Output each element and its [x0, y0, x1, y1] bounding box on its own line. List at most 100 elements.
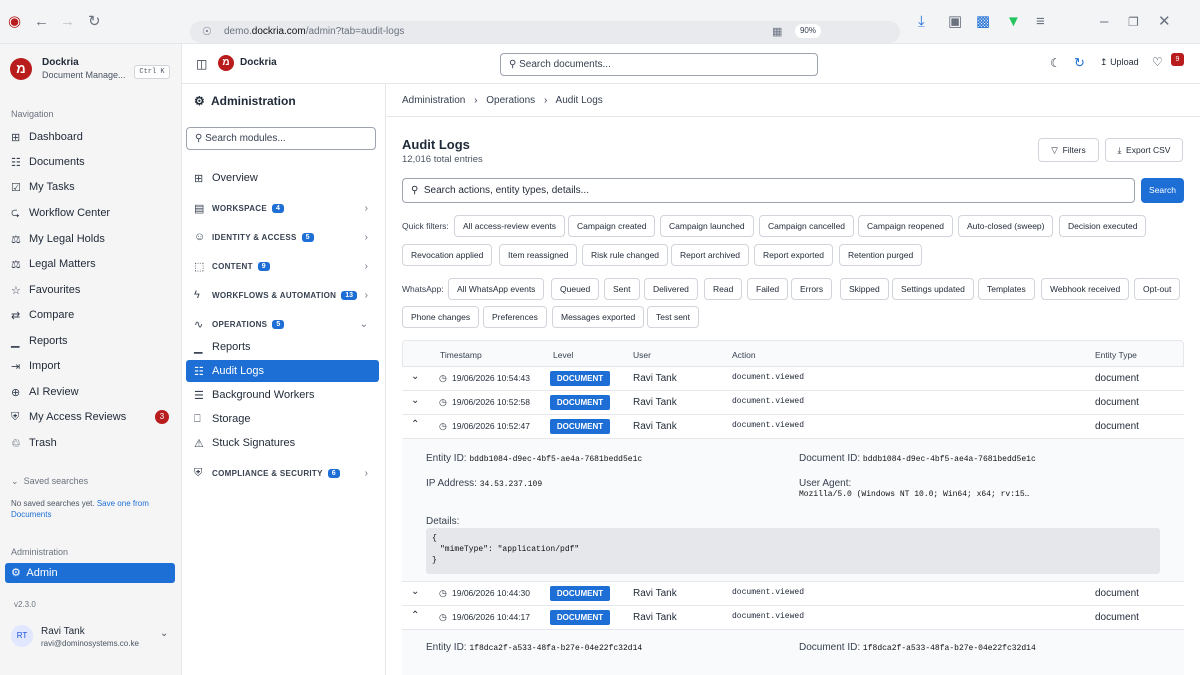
whatsapp-filter-chip[interactable]: Failed: [747, 278, 789, 300]
breadcrumb-operations[interactable]: Operations: [486, 95, 535, 106]
col-action[interactable]: Action: [732, 350, 756, 360]
quick-filter-chip[interactable]: Campaign launched: [660, 215, 754, 237]
theme-toggle-icon[interactable]: ☾: [1050, 56, 1061, 70]
col-entity-type[interactable]: Entity Type: [1095, 350, 1137, 360]
back-icon[interactable]: ←: [34, 14, 49, 30]
whatsapp-filter-chip[interactable]: Skipped: [840, 278, 889, 300]
sidebar-item-my-access-reviews[interactable]: ⛨ My Access Reviews: [11, 406, 176, 428]
sidebar-item-reports[interactable]: ▁ Reports: [11, 330, 176, 352]
sidebar-item-admin[interactable]: ⚙ Admin: [5, 563, 175, 583]
quick-filter-chip[interactable]: All access-review events: [454, 215, 566, 237]
section-content[interactable]: ⬚ CONTENT 9 ›: [194, 255, 380, 277]
chevron-down-icon[interactable]: ⌄: [411, 395, 419, 406]
quick-filter-chip[interactable]: Retention purged: [839, 244, 923, 266]
chevron-up-icon[interactable]: ⌃: [411, 419, 419, 430]
section-workspace[interactable]: ▤ WORKSPACE 4 ›: [194, 197, 380, 219]
sync-icon[interactable]: ↻: [1074, 55, 1085, 71]
section-identity-access[interactable]: ☺ IDENTITY & ACCESS 5 ›: [194, 226, 380, 248]
user-menu-chevron-icon[interactable]: ⌄: [160, 628, 168, 639]
command-shortcut[interactable]: Ctrl K: [134, 65, 170, 79]
sidebar-item-my-legal-holds[interactable]: ⚖ My Legal Holds: [11, 228, 176, 250]
whatsapp-filter-chip[interactable]: Webhook received: [1041, 278, 1130, 300]
avatar[interactable]: RT: [11, 625, 33, 647]
whatsapp-filter-chip[interactable]: Read: [704, 278, 743, 300]
whatsapp-filter-chip[interactable]: Delivered: [644, 278, 698, 300]
module-stuck-signatures[interactable]: ⚠ Stuck Signatures: [186, 432, 379, 454]
col-level[interactable]: Level: [553, 350, 573, 360]
table-row[interactable]: ⌄ ◷ 19/06/2026 10:44:30 DOCUMENT Ravi Tank do…: [402, 581, 1184, 605]
whatsapp-filter-chip[interactable]: Test sent: [647, 306, 700, 328]
section-workflows-automation[interactable]: ϟ WORKFLOWS & AUTOMATION 13 ›: [194, 284, 380, 306]
sidebar-toggle-icon[interactable]: ◫: [196, 57, 207, 71]
sidebar-item-trash[interactable]: ♲ Trash: [11, 432, 176, 454]
zoom-level[interactable]: 90%: [795, 24, 821, 38]
chevron-down-icon[interactable]: ⌄: [411, 371, 419, 382]
col-timestamp[interactable]: Timestamp: [440, 350, 482, 360]
export-csv-button[interactable]: ⤓ Export CSV: [1105, 138, 1183, 162]
whatsapp-filter-chip[interactable]: Messages exported: [552, 306, 645, 328]
whatsapp-filter-chip[interactable]: Sent: [604, 278, 640, 300]
module-audit-logs[interactable]: ☷ Audit Logs: [186, 360, 379, 382]
table-row[interactable]: ⌄ ◷ 19/06/2026 10:54:43 DOCUMENT Ravi Tank do…: [402, 366, 1184, 390]
quick-filter-chip[interactable]: Campaign reopened: [858, 215, 954, 237]
chevron-up-icon[interactable]: ⌃: [411, 610, 419, 621]
table-row[interactable]: ⌃ ◷ 19/06/2026 10:52:47 DOCUMENT Ravi Tank do…: [402, 414, 1184, 438]
quick-filter-chip[interactable]: Report archived: [671, 244, 750, 266]
module-reports[interactable]: ▁ Reports: [186, 336, 379, 358]
page-view-icon[interactable]: ▦: [772, 24, 782, 40]
whatsapp-filter-chip[interactable]: Errors: [791, 278, 833, 300]
col-user[interactable]: User: [633, 350, 651, 360]
chevron-down-icon[interactable]: ⌄: [411, 586, 419, 597]
restore-icon[interactable]: ❐: [1128, 14, 1139, 30]
sidebar-item-legal-matters[interactable]: ⚖ Legal Matters: [11, 253, 176, 275]
menu-icon[interactable]: ≡: [1036, 14, 1045, 30]
sidebar-item-ai-review[interactable]: ⊕ AI Review: [11, 381, 176, 403]
whatsapp-filter-chip[interactable]: Queued: [551, 278, 600, 300]
section-operations[interactable]: ∿ OPERATIONS 5 ⌄: [194, 313, 380, 335]
sidebar-item-dashboard[interactable]: ⊞ Dashboard: [11, 126, 176, 148]
quick-filter-chip[interactable]: Revocation applied: [402, 244, 493, 266]
quick-filter-chip[interactable]: Decision executed: [1059, 215, 1147, 237]
close-icon[interactable]: ✕: [1158, 14, 1171, 30]
table-row[interactable]: ⌃ ◷ 19/06/2026 10:44:17 DOCUMENT Ravi Tank do…: [402, 605, 1184, 629]
sidebar-item-favourites[interactable]: ☆ Favourites: [11, 279, 176, 301]
whatsapp-filter-chip[interactable]: Templates: [978, 278, 1035, 300]
quick-filter-chip[interactable]: Report exported: [754, 244, 833, 266]
whatsapp-filter-chip[interactable]: All WhatsApp events: [448, 278, 545, 300]
sidebar-item-documents[interactable]: ☷ Documents: [11, 151, 176, 173]
sidebar-item-my-tasks[interactable]: ☑ My Tasks: [11, 176, 176, 198]
quick-filter-chip[interactable]: Item reassigned: [499, 244, 578, 266]
module-background-workers[interactable]: ☰ Background Workers: [186, 384, 379, 406]
download-icon[interactable]: ⤓: [918, 14, 925, 30]
whatsapp-filter-chip[interactable]: Phone changes: [402, 306, 480, 328]
whatsapp-filter-chip[interactable]: Settings updated: [892, 278, 974, 300]
saved-searches-heading[interactable]: ⌄ Saved searches: [11, 476, 88, 487]
quick-filter-chip[interactable]: Auto-closed (sweep): [958, 215, 1054, 237]
sidebar-item-compare[interactable]: ⇄ Compare: [11, 304, 176, 326]
sidebar-item-import[interactable]: ⇥ Import: [11, 355, 176, 377]
minimize-icon[interactable]: –: [1100, 14, 1108, 30]
module-storage[interactable]: ⎕ Storage: [186, 408, 379, 430]
extensions-icon[interactable]: ▣: [948, 14, 962, 30]
filters-button[interactable]: ▽ Filters: [1038, 138, 1099, 162]
module-overview[interactable]: ⊞ Overview: [194, 167, 380, 189]
forward-icon[interactable]: →: [60, 14, 75, 30]
global-search-input[interactable]: ⚲ Search documents...: [500, 53, 818, 76]
quick-filter-chip[interactable]: Risk rule changed: [582, 244, 669, 266]
upload-button[interactable]: ↥ Upload: [1100, 57, 1139, 68]
whatsapp-filter-chip[interactable]: Preferences: [483, 306, 547, 328]
table-row[interactable]: ⌄ ◷ 19/06/2026 10:52:58 DOCUMENT Ravi Tank do…: [402, 390, 1184, 414]
bell-icon[interactable]: ♡: [1152, 55, 1163, 69]
quick-filter-chip[interactable]: Campaign created: [568, 215, 656, 237]
audit-search-input[interactable]: ⚲ Search actions, entity types, details.…: [402, 178, 1135, 203]
shield-extension-icon[interactable]: ▼: [1006, 14, 1021, 30]
extension-badge-icon[interactable]: ▩: [976, 14, 990, 30]
reload-icon[interactable]: ↻: [88, 14, 101, 30]
address-bar[interactable]: ☉ demo.dockria.com/admin?tab=audit-logs: [190, 21, 900, 43]
breadcrumb-administration[interactable]: Administration: [402, 95, 465, 106]
section-compliance-security[interactable]: ⛨ COMPLIANCE & SECURITY 6 ›: [194, 462, 380, 484]
whatsapp-filter-chip[interactable]: Opt-out: [1134, 278, 1181, 300]
sidebar-item-workflow-center[interactable]: ⮎ Workflow Center: [11, 202, 176, 224]
search-button[interactable]: Search: [1141, 178, 1184, 203]
module-search-input[interactable]: ⚲ Search modules...: [186, 127, 376, 150]
